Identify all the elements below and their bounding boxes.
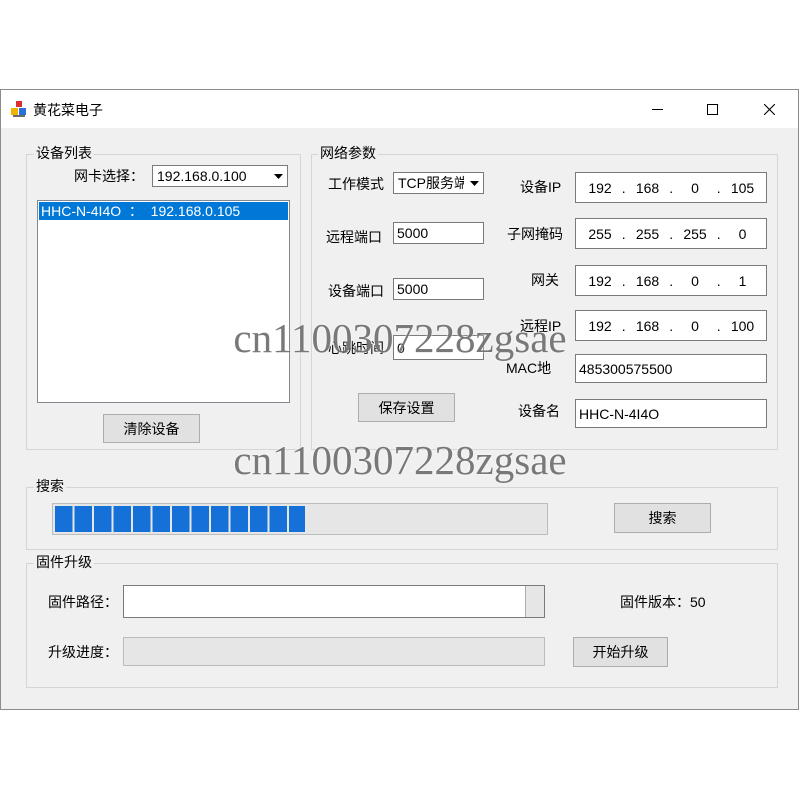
firmware-path-label: 固件路径： (48, 594, 118, 610)
remote-ip-octet-2[interactable] (629, 315, 666, 336)
ip-separator: . (669, 225, 674, 242)
device-ip-octet-2[interactable] (629, 177, 666, 198)
firmware-version-value: 50 (690, 594, 706, 610)
minimize-button[interactable] (634, 90, 680, 128)
chevron-down-icon (273, 173, 283, 179)
ip-separator: . (716, 317, 721, 334)
remote-ip-octet-1[interactable] (582, 315, 618, 336)
nic-select-combo[interactable]: 192.168.0.100 (152, 165, 288, 187)
ip-separator: . (716, 179, 721, 196)
maximize-icon (706, 103, 718, 115)
close-icon (763, 103, 775, 115)
chevron-down-icon-shape (469, 180, 479, 186)
nic-select-dropdown-button[interactable] (269, 166, 287, 186)
chevron-down-icon (469, 180, 479, 186)
remote-port-input[interactable] (393, 222, 484, 244)
maximize-icon-box (706, 103, 718, 115)
subnet-mask-field[interactable]: . . . (575, 218, 767, 249)
ip-separator: . (716, 225, 721, 242)
subnet-mask-octet-4[interactable] (724, 223, 761, 244)
remote-ip-octet-4[interactable] (724, 315, 761, 336)
firmware-groupbox (26, 563, 778, 688)
nic-select-label: 网卡选择： (74, 168, 144, 184)
device-name-input[interactable] (575, 399, 767, 428)
network-params-group-label: 网络参数 (318, 145, 378, 161)
ip-separator: . (621, 179, 626, 196)
gateway-field[interactable]: . . . (575, 265, 767, 296)
firmware-version: 固件版本：50 (620, 594, 706, 610)
device-list-item[interactable]: HHC-N-4I4O ： 192.168.0.105 (39, 202, 288, 220)
browse-button[interactable] (525, 586, 544, 617)
save-settings-button[interactable]: 保存设置 (358, 393, 455, 422)
firmware-path-input[interactable] (123, 585, 545, 618)
nic-select-value: 192.168.0.100 (157, 168, 247, 184)
firmware-version-label: 固件版本： (620, 594, 690, 610)
device-ip-octet-1[interactable] (582, 177, 618, 198)
search-button[interactable]: 搜索 (614, 503, 711, 533)
mac-label: MAC地 (506, 360, 552, 376)
app-icon-base (13, 115, 25, 117)
app-icon-block-red (16, 101, 22, 107)
window-title: 黄花菜电子 (33, 102, 103, 118)
search-progress-fill (55, 506, 305, 532)
remote-port-label: 远程端口 (326, 229, 382, 245)
subnet-mask-octet-3[interactable] (677, 223, 713, 244)
device-list-group-label: 设备列表 (34, 145, 94, 161)
remote-ip-field[interactable]: . . . (575, 310, 767, 341)
device-ip-octet-3[interactable] (677, 177, 713, 198)
app-window: 黄花菜电子 设备列表 网卡选择： 192.168.0.100 HHC-N-4I4… (0, 89, 799, 710)
upgrade-progress-bar (123, 637, 545, 666)
ip-separator: . (621, 317, 626, 334)
app-icon (10, 100, 28, 118)
ip-separator: . (716, 272, 721, 289)
firmware-group-label: 固件升级 (34, 554, 94, 570)
gateway-octet-3[interactable] (677, 270, 713, 291)
app-icon-block-yellow (11, 108, 18, 115)
close-icon-cross (763, 103, 775, 115)
work-mode-combo[interactable]: TCP服务端 (393, 172, 484, 194)
device-port-input[interactable] (393, 278, 484, 300)
search-group-label: 搜索 (34, 478, 66, 494)
subnet-mask-octet-2[interactable] (629, 223, 666, 244)
work-mode-value: TCP服务端 (398, 175, 464, 191)
remote-ip-label: 远程IP (520, 318, 562, 334)
heartbeat-input[interactable] (393, 335, 484, 360)
device-ip-octet-4[interactable] (724, 177, 761, 198)
device-listbox[interactable]: HHC-N-4I4O ： 192.168.0.105 (37, 200, 290, 403)
mac-input[interactable] (575, 354, 767, 383)
start-upgrade-button[interactable]: 开始升级 (573, 637, 668, 667)
device-port-label: 设备端口 (328, 283, 384, 299)
title-bar[interactable]: 黄花菜电子 (0, 89, 799, 128)
heartbeat-label: 心跳时间 (328, 340, 384, 356)
ip-separator: . (621, 225, 626, 242)
maximize-button[interactable] (689, 90, 735, 128)
device-name-label: 设备名 (518, 403, 560, 419)
ip-separator: . (621, 272, 626, 289)
upgrade-progress-label: 升级进度： (48, 644, 118, 660)
remote-ip-octet-3[interactable] (677, 315, 713, 336)
close-button[interactable] (746, 90, 792, 128)
subnet-mask-octet-1[interactable] (582, 223, 618, 244)
gateway-label: 网关 (531, 272, 559, 288)
device-ip-field[interactable]: . . . (575, 172, 767, 203)
gateway-octet-4[interactable] (724, 270, 761, 291)
clear-devices-button[interactable]: 清除设备 (103, 414, 200, 443)
gateway-octet-1[interactable] (582, 270, 618, 291)
chevron-down-icon-shape (273, 173, 283, 179)
work-mode-dropdown-button[interactable] (465, 173, 483, 193)
ip-separator: . (669, 272, 674, 289)
ip-separator: . (669, 179, 674, 196)
minimize-icon (651, 108, 663, 110)
app-icon-graphic (11, 101, 26, 117)
subnet-mask-label: 子网掩码 (507, 226, 563, 242)
ip-separator: . (669, 317, 674, 334)
device-ip-label: 设备IP (520, 179, 562, 195)
search-progress-bar (52, 503, 548, 535)
app-icon-block-blue (19, 108, 26, 115)
work-mode-label: 工作模式 (328, 176, 384, 192)
gateway-octet-2[interactable] (629, 270, 666, 291)
